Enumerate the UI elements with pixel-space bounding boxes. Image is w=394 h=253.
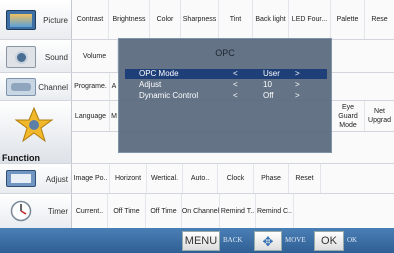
option-vertical[interactable]: Wertical. [147,164,183,193]
option-color[interactable]: Color [150,0,181,39]
category-label: Channel [38,83,68,92]
category-label: Adjust [45,175,68,184]
picture-row: Picture Contrast Brightness Color Sharpn… [0,0,394,40]
right-arrow[interactable]: > [295,91,300,100]
option-clock[interactable]: Clock [218,164,254,193]
category-label: Function [2,153,40,163]
category-label: Timer [47,207,68,216]
ok-hint: OK [347,236,358,244]
setting-value: Off [263,91,274,100]
option-eye-guard-mode[interactable]: Eye Guard Mode [332,101,365,131]
move-button[interactable]: ✥ [254,231,282,251]
menu-button[interactable]: MENU [182,231,220,251]
option-off-time-2[interactable]: Off Time [146,194,182,228]
category-channel[interactable]: Channel [0,73,72,100]
timer-icon [6,200,36,222]
setting-name: Adjust [139,80,162,89]
category-label: Sound [44,53,68,62]
option-palette[interactable]: Palette [331,0,365,39]
left-arrow[interactable]: < [233,91,238,100]
picture-icon [6,10,36,30]
adjust-icon [6,170,36,187]
dynamic-control-row[interactable]: Dynamic Control < Off > [125,91,327,101]
option-horizontal[interactable]: Horizont [110,164,147,193]
move-arrows-icon: ✥ [262,233,274,249]
move-hint: MOVE [285,236,306,244]
option-on-channel[interactable]: On Channel [182,194,220,228]
opc-dialog: OPC OPC Mode < User > Adjust < 10 > Dyna… [118,38,332,153]
setting-value: User [263,69,280,78]
option-led-four[interactable]: LED Four... [289,0,331,39]
back-hint: BACK [223,236,243,244]
category-adjust[interactable]: Adjust [0,164,72,193]
function-icon [14,106,54,143]
option-off-time-1[interactable]: Off Time [108,194,146,228]
option-adjust-reset[interactable]: Reset [289,164,321,193]
adjust-row: Adjust Image Po.. Horizont Wertical. Aut… [0,164,394,194]
category-label: Picture [43,16,68,25]
setting-name: Dynamic Control [139,91,199,100]
option-brightness[interactable]: Brightness [109,0,150,39]
option-reset[interactable]: Rese [365,0,394,39]
category-function[interactable]: Function [0,101,72,163]
channel-icon [6,78,36,96]
option-function-2[interactable]: M [110,101,118,131]
option-phase[interactable]: Phase [254,164,289,193]
option-contrast[interactable]: Contrast [72,0,109,39]
setting-name: OPC Mode [139,69,179,78]
category-timer[interactable]: Timer [0,194,72,228]
option-auto[interactable]: Auto.. [183,164,218,193]
option-remind-channel[interactable]: Remind C.. [256,194,294,228]
category-picture[interactable]: Picture [0,0,72,39]
category-sound[interactable]: Sound [0,40,72,72]
dialog-title: OPC [215,48,235,58]
ok-button[interactable]: OK [314,231,344,251]
option-net-upgrade[interactable]: Net Upgrad [365,101,394,131]
option-channel-2[interactable]: A [110,73,118,100]
right-arrow[interactable]: > [295,80,300,89]
bottom-control-bar: MENU BACK ✥ MOVE OK OK [0,228,394,253]
left-arrow[interactable]: < [233,80,238,89]
option-programe[interactable]: Programe. [72,73,110,100]
adjust-setting-row[interactable]: Adjust < 10 > [125,80,327,90]
option-language[interactable]: Language [72,101,110,131]
opc-mode-row[interactable]: OPC Mode < User > [125,69,327,79]
timer-row: Timer Current.. Off Time Off Time On Cha… [0,194,394,228]
sound-icon [6,46,36,68]
option-tint[interactable]: Tint [219,0,253,39]
left-arrow[interactable]: < [233,69,238,78]
option-back-light[interactable]: Back light [253,0,289,39]
right-arrow[interactable]: > [295,69,300,78]
option-remind-time[interactable]: Remind T.. [220,194,256,228]
option-image-position[interactable]: Image Po.. [72,164,110,193]
option-current-time[interactable]: Current.. [72,194,108,228]
option-volume[interactable]: Volume [72,40,118,72]
setting-value: 10 [263,80,272,89]
option-sharpness[interactable]: Sharpness [181,0,219,39]
